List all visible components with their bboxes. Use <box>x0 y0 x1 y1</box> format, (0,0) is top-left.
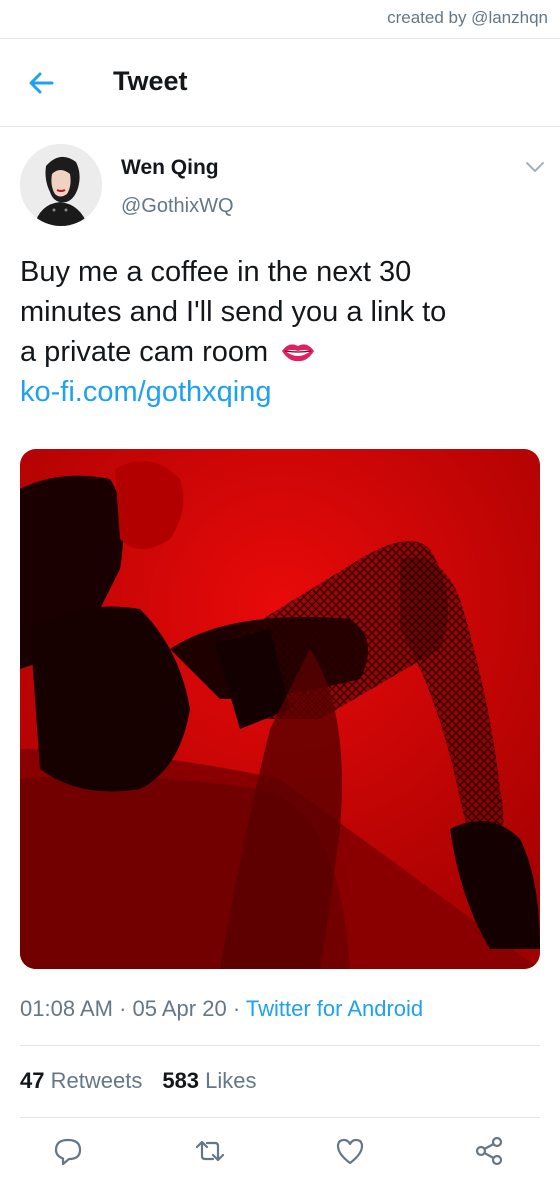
tweet-text-line: Buy me a coffee in the next 30 <box>20 256 412 288</box>
reply-icon <box>54 1138 82 1166</box>
tweet-time: 01:08 AM <box>20 996 113 1021</box>
likes-label: Likes <box>205 1068 257 1093</box>
photo <box>20 449 540 969</box>
meta-separator: · <box>226 996 246 1021</box>
tweet-link[interactable]: ko-fi.com/gothxqing <box>20 372 545 412</box>
tweet-media-image[interactable] <box>20 449 540 969</box>
tweet-text-line: minutes and I'll send you a link to <box>20 296 447 328</box>
tweet-source-link[interactable]: Twitter for Android <box>246 996 423 1021</box>
back-button[interactable] <box>22 66 62 100</box>
top-divider <box>0 38 560 39</box>
tweet-stats: 47 Retweets 583 Likes <box>20 1068 257 1094</box>
chevron-down-icon <box>526 162 544 172</box>
tweet-date: 05 Apr 20 <box>132 996 227 1021</box>
avatar[interactable] <box>20 144 102 226</box>
like-icon <box>336 1138 364 1165</box>
tweet-menu-button[interactable] <box>522 158 548 176</box>
divider <box>20 1045 540 1046</box>
tweet-text-fragment: a private cam room <box>20 336 269 368</box>
divider <box>20 1117 540 1118</box>
arrow-left-icon <box>29 72 54 94</box>
reply-button[interactable] <box>52 1135 84 1167</box>
tweet-meta: 01:08 AM · 05 Apr 20 · Twitter for Andro… <box>20 996 423 1022</box>
retweet-button[interactable] <box>194 1135 226 1167</box>
app-header: Tweet <box>0 40 560 127</box>
user-handle[interactable]: @GothixWQ <box>121 195 234 218</box>
creator-credit: created by @lanzhqn <box>387 8 548 27</box>
tweet-actions <box>0 1135 560 1175</box>
like-button[interactable] <box>334 1135 366 1167</box>
page-title: Tweet <box>113 66 188 96</box>
retweets-stat[interactable]: 47 Retweets <box>20 1068 142 1093</box>
meta-separator: · <box>112 996 133 1021</box>
lips-emoji-icon <box>282 344 315 362</box>
tweet-text-line: a private cam room <box>20 332 545 372</box>
likes-count: 583 <box>162 1068 200 1093</box>
tweet-text: Buy me a coffee in the next 30 minutes a… <box>20 252 545 412</box>
likes-stat[interactable]: 583 Likes <box>162 1068 256 1093</box>
share-button[interactable] <box>473 1135 505 1167</box>
display-name[interactable]: Wen Qing <box>121 156 219 180</box>
retweet-icon <box>195 1140 225 1162</box>
retweets-label: Retweets <box>50 1068 143 1093</box>
avatar-image <box>20 144 102 226</box>
retweets-count: 47 <box>20 1068 45 1093</box>
share-icon <box>475 1136 503 1166</box>
